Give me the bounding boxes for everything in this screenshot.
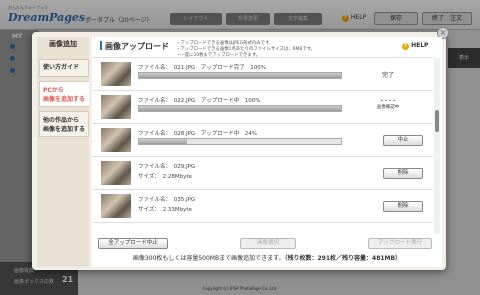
scrollbar[interactable] [434,58,440,234]
upload-panel: 画像アップロード ・アップロードできる画像はJPEG形式のみです。 ・アップロー… [92,37,442,267]
image-thumbnail [101,62,131,86]
progress-bar [138,138,342,145]
file-name: ファイル名： 022.JPG アップロード中 100% [138,98,261,104]
help-label: HELP [411,42,429,49]
progress-fill [139,139,188,144]
status-label: 完了 [381,72,394,79]
panel-title-text: 画像アップロード [105,42,169,51]
dialog-sidebar: 画像追加 使い方ガイド PCから 画像を追加する 他の作品から 画像を追加する [37,37,89,267]
capacity-info: 画像300枚もしくは容量500MBまで画像追加できます。（残り枚数：291枚／残… [92,253,442,262]
file-name: ファイル名： 021.JPG アップロード完了 100% [138,65,266,71]
delete-button[interactable]: 削除 [383,168,423,179]
file-size: サイズ： 2.28Mbyte [138,174,192,180]
select-images-button[interactable]: 画像選択 [240,238,296,249]
image-thumbnail [101,194,131,218]
sidebar-item-label: 画像を追加する [43,96,86,103]
capacity-remaining: （残り枚数：291枚／残り容量：481MB） [284,255,402,262]
scrollbar-thumb[interactable] [435,110,439,132]
upload-execute-button[interactable]: アップロード実行 [368,238,432,249]
list-item: ファイル名： 029.JPG サイズ： 2.28Mbyte 削除 [93,157,433,190]
sidebar-item-label: 他の作品から [43,117,80,124]
file-name: ファイル名： 029.JPG [138,164,196,170]
status-text: 画像確認中 [376,105,400,110]
cancel-all-button[interactable]: 全アップロード中止 [98,238,168,249]
file-name: ファイル名： 028.JPG アップロード中 24% [138,131,257,137]
file-size: サイズ： 2.33Mbyte [138,207,192,213]
sidebar-title: 画像追加 [37,37,89,52]
dialog-footer: 全アップロード中止 画像選択 アップロード実行 画像300枚もしくは容量500M… [92,235,442,267]
delete-button[interactable]: 削除 [383,201,423,212]
file-name: ファイル名： 035.JPG [138,197,196,203]
list-item: ファイル名： 035.JPG サイズ： 2.33Mbyte 削除 [93,190,433,223]
image-thumbnail [101,161,131,185]
sidebar-item-label: 画像を追加する [43,126,86,133]
status-label: • • • • 画像確認中 [368,99,408,110]
progress-fill [139,73,341,78]
progress-fill [139,106,341,111]
panel-title: 画像アップロード [100,41,169,52]
list-item: ファイル名： 021.JPG アップロード完了 100% 完了 [93,58,433,91]
list-item: ファイル名： 028.JPG アップロード中 24% 中止 [93,124,433,157]
upload-list: ファイル名： 021.JPG アップロード完了 100% 完了 ファイル名： 0… [93,57,433,234]
sidebar-item-other-works[interactable]: 他の作品から 画像を追加する [39,111,89,137]
title-bar-icon [100,41,102,50]
progress-bar [138,72,342,79]
progress-bar [138,105,342,112]
image-thumbnail [101,95,131,119]
help-icon: ? [402,43,409,50]
list-item: ファイル名： 022.JPG アップロード中 100% • • • • 画像確認中 [93,91,433,124]
sidebar-item-guide[interactable]: 使い方ガイド [39,59,89,77]
image-thumbnail [101,128,131,152]
cancel-button[interactable]: 中止 [383,135,423,146]
sidebar-item-label: 使い方ガイド [43,64,80,71]
sidebar-item-pc[interactable]: PCから 画像を追加する [39,81,89,107]
sidebar-item-label: PCから [43,87,64,94]
capacity-text: 画像300枚もしくは容量500MBまで画像追加できます。 [132,255,285,262]
help-link[interactable]: ? HELP [402,42,428,50]
